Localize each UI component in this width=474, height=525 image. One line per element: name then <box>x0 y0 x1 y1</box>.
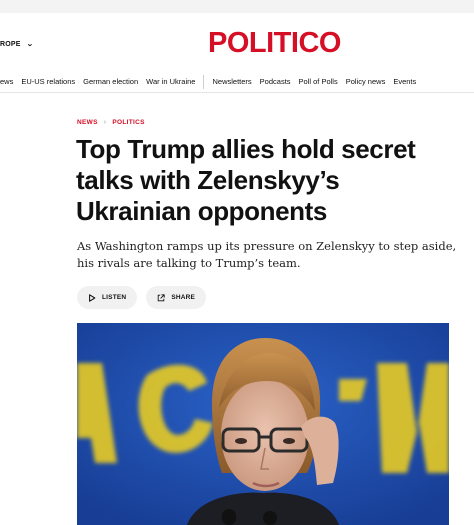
main-nav: ews EU-US relations German election War … <box>0 71 474 93</box>
politico-logo[interactable]: POLITICO <box>208 28 341 58</box>
article-headline: Top Trump allies hold secret talks with … <box>76 134 416 226</box>
article-hero-image <box>77 323 449 525</box>
nav-item-war-in-ukraine[interactable]: War in Ukraine <box>146 77 195 86</box>
nav-divider <box>203 74 205 89</box>
nav-item-policy-news[interactable]: Policy news <box>346 77 386 86</box>
chevron-right-icon: › <box>103 119 107 126</box>
nav-item-news[interactable]: ews <box>0 77 13 86</box>
play-icon <box>89 293 96 302</box>
share-icon <box>158 293 165 301</box>
listen-button[interactable]: LISTEN <box>77 286 138 309</box>
region-label: ROPE <box>0 40 21 48</box>
article-actions: LISTEN SHARE <box>77 286 207 309</box>
top-utility-bar <box>0 0 474 13</box>
region-selector[interactable]: ROPE ⌄ <box>0 40 34 49</box>
nav-item-events[interactable]: Events <box>393 77 416 86</box>
nav-item-german-election[interactable]: German election <box>83 77 138 86</box>
breadcrumb-news[interactable]: NEWS <box>77 119 98 126</box>
breadcrumb: NEWS › POLITICS <box>77 119 145 126</box>
site-header: ROPE ⌄ POLITICO <box>0 13 474 71</box>
share-button[interactable]: SHARE <box>146 286 207 309</box>
hero-photo-illustration <box>77 323 449 525</box>
nav-item-newsletters[interactable]: Newsletters <box>212 77 251 86</box>
breadcrumb-politics[interactable]: POLITICS <box>112 119 144 126</box>
chevron-down-icon: ⌄ <box>26 41 34 48</box>
nav-item-poll-of-polls[interactable]: Poll of Polls <box>299 77 338 86</box>
listen-label: LISTEN <box>102 294 127 301</box>
share-label: SHARE <box>171 294 196 301</box>
nav-item-eu-us-relations[interactable]: EU-US relations <box>21 77 75 86</box>
article-dek: As Washington ramps up its pressure on Z… <box>77 239 457 270</box>
nav-item-podcasts[interactable]: Podcasts <box>260 77 291 86</box>
